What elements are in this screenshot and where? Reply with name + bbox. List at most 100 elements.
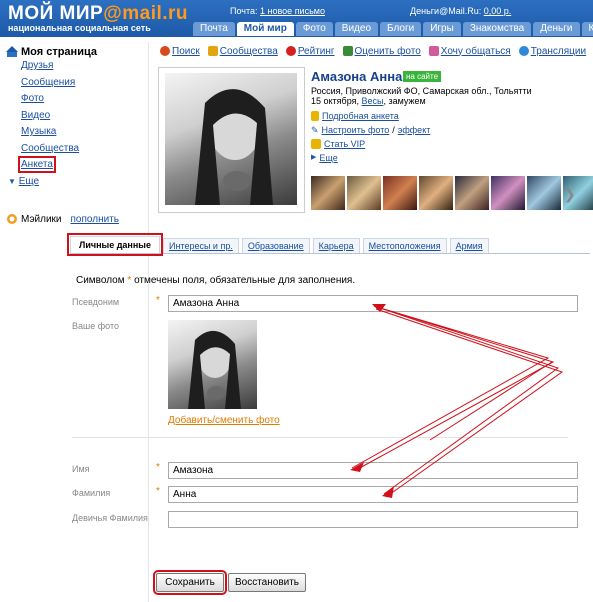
chevron-right-icon[interactable]: ❯: [564, 186, 576, 203]
required-star: *: [156, 295, 160, 306]
profile-more-link[interactable]: Еще: [319, 151, 337, 165]
change-photo-link[interactable]: Добавить/сменить фото: [168, 415, 280, 426]
sidebar-divider: [148, 42, 149, 602]
thumbnail[interactable]: [383, 176, 417, 210]
thumbnail[interactable]: [311, 176, 345, 210]
tab-my-world[interactable]: Мой мир: [236, 22, 294, 36]
sidebar-more[interactable]: ▼ Еще: [8, 174, 136, 191]
setup-photo-link[interactable]: Настроить фото: [322, 123, 390, 137]
rating-icon: [285, 46, 296, 56]
become-vip-link[interactable]: Стать VIP: [324, 137, 365, 151]
zodiac-link[interactable]: Весы: [362, 96, 384, 106]
tab-career[interactable]: Карьера: [312, 238, 360, 253]
money-balance-link[interactable]: 0,00 р.: [484, 6, 512, 16]
last-name-label: Фамилия: [72, 488, 111, 498]
search-icon: [160, 46, 170, 56]
tab-blogs[interactable]: Блоги: [380, 22, 422, 36]
mail-info: Почта: 1 новое письмо: [230, 6, 325, 16]
profile-name: Амазона Анна: [311, 69, 403, 84]
thumbnail[interactable]: [419, 176, 453, 210]
tab-money[interactable]: Деньги: [533, 22, 580, 36]
action-rating[interactable]: Рейтинг: [285, 43, 335, 59]
required-note: Символом * отмечены поля, обязательные д…: [76, 275, 356, 286]
logo[interactable]: МОЙ МИР@mail.ru: [8, 3, 188, 25]
tab-mail[interactable]: Почта: [193, 22, 235, 36]
tab-army[interactable]: Армия: [449, 238, 489, 253]
wallet-coin-icon: [7, 214, 17, 224]
action-want-chat[interactable]: Хочу общаться: [428, 43, 511, 59]
tab-locations[interactable]: Местоположения: [362, 238, 447, 253]
pencil-icon: ✎: [311, 125, 319, 135]
chevron-down-icon: ▼: [8, 176, 16, 186]
profile-location: Россия, Приволжский ФО, Самарская обл., …: [311, 86, 532, 96]
tab-dating[interactable]: Знакомства: [462, 22, 532, 36]
last-name-field[interactable]: Анна: [168, 486, 578, 503]
home-icon: [6, 46, 18, 57]
sidebar-item-communities[interactable]: Сообщества: [21, 141, 136, 158]
first-name-label: Имя: [72, 464, 90, 474]
info-icon: [311, 111, 319, 121]
tab-video[interactable]: Видео: [334, 22, 379, 36]
main-tabs: Почта Мой мир Фото Видео Блоги Игры Знак…: [193, 22, 593, 37]
online-badge: на сайте: [403, 71, 442, 82]
thumbnail[interactable]: [491, 176, 525, 210]
money-info: Деньги@Mail.Ru: 0,00 р.: [410, 6, 512, 16]
profile-info: Россия, Приволжский ФО, Самарская обл., …: [311, 86, 532, 106]
portrait-image: [195, 89, 273, 205]
photo-thumbnails: [311, 176, 593, 210]
communities-icon: [207, 46, 218, 56]
effect-link[interactable]: эффект: [398, 123, 431, 137]
required-star: *: [156, 462, 160, 473]
tab-personal-data[interactable]: Личные данные: [67, 233, 163, 256]
maiden-name-label: Девичья Фамилия: [72, 513, 148, 523]
new-mail-link[interactable]: 1 новое письмо: [260, 6, 325, 16]
photo-label: Ваше фото: [72, 321, 119, 331]
sidebar-item-photo[interactable]: Фото: [21, 91, 136, 108]
triangle-right-icon: ▶: [311, 154, 317, 161]
wallet: Мэйлики пополнить: [6, 213, 119, 225]
detailed-profile-link[interactable]: Подробная анкета: [322, 109, 399, 123]
portrait-image: [188, 330, 241, 409]
action-rate-photo[interactable]: Оценить фото: [342, 43, 421, 59]
profile-photo-frame: [158, 67, 305, 213]
save-button[interactable]: Сохранить: [153, 570, 227, 595]
top-header: МОЙ МИР@mail.ru национальная социальная …: [0, 0, 593, 37]
required-star: *: [156, 486, 160, 497]
sidebar-item-music[interactable]: Музыка: [21, 124, 136, 141]
form-photo[interactable]: [168, 320, 257, 409]
tab-education[interactable]: Образование: [241, 238, 310, 253]
tagline: национальная социальная сеть: [8, 23, 151, 33]
action-broadcasts[interactable]: Трансляции: [518, 43, 586, 59]
thumbnail[interactable]: [455, 176, 489, 210]
action-bar: Поиск Сообщества Рейтинг Оценить фото Хо…: [160, 43, 586, 59]
sidebar-item-messages[interactable]: Сообщения: [21, 75, 136, 92]
maiden-name-field[interactable]: [168, 511, 578, 528]
thumbnail[interactable]: [527, 176, 561, 210]
profile-birth-status: 15 октября, Весы, замужем: [311, 96, 426, 106]
action-communities[interactable]: Сообщества: [207, 43, 278, 59]
tab-photo[interactable]: Фото: [295, 22, 333, 36]
tab-interests[interactable]: Интересы и пр.: [162, 238, 239, 253]
tab-games[interactable]: Игры: [423, 22, 461, 36]
wallet-topup-link[interactable]: пополнить: [71, 214, 119, 225]
thumbnail[interactable]: [347, 176, 381, 210]
rate-photo-icon: [342, 46, 353, 56]
nickname-label: Псевдоним: [72, 297, 120, 307]
chat-icon: [428, 46, 439, 56]
broadcast-icon: [518, 46, 529, 56]
form-tabs: Личные данные Интересы и пр. Образование…: [67, 233, 590, 256]
profile-photo[interactable]: [165, 73, 297, 205]
nickname-field[interactable]: Амазона Анна: [168, 295, 578, 312]
sidebar-item-profile[interactable]: Анкета: [18, 156, 56, 173]
action-search[interactable]: Поиск: [160, 43, 200, 59]
sidebar-item-friends[interactable]: Друзья: [21, 58, 136, 75]
sidebar-item-video[interactable]: Видео: [21, 108, 136, 125]
sidebar-title[interactable]: Моя страница: [6, 46, 136, 58]
form-separator: [72, 437, 568, 438]
profile-links: Подробная анкета ✎ Настроить фото / эффек…: [311, 109, 431, 165]
first-name-field[interactable]: Амазона: [168, 462, 578, 479]
tab-more[interactable]: К: [581, 22, 593, 36]
vip-icon: [311, 139, 321, 149]
left-sidebar: Моя страница Друзья Сообщения Фото Видео…: [6, 46, 136, 190]
restore-button[interactable]: Восстановить: [228, 573, 306, 592]
